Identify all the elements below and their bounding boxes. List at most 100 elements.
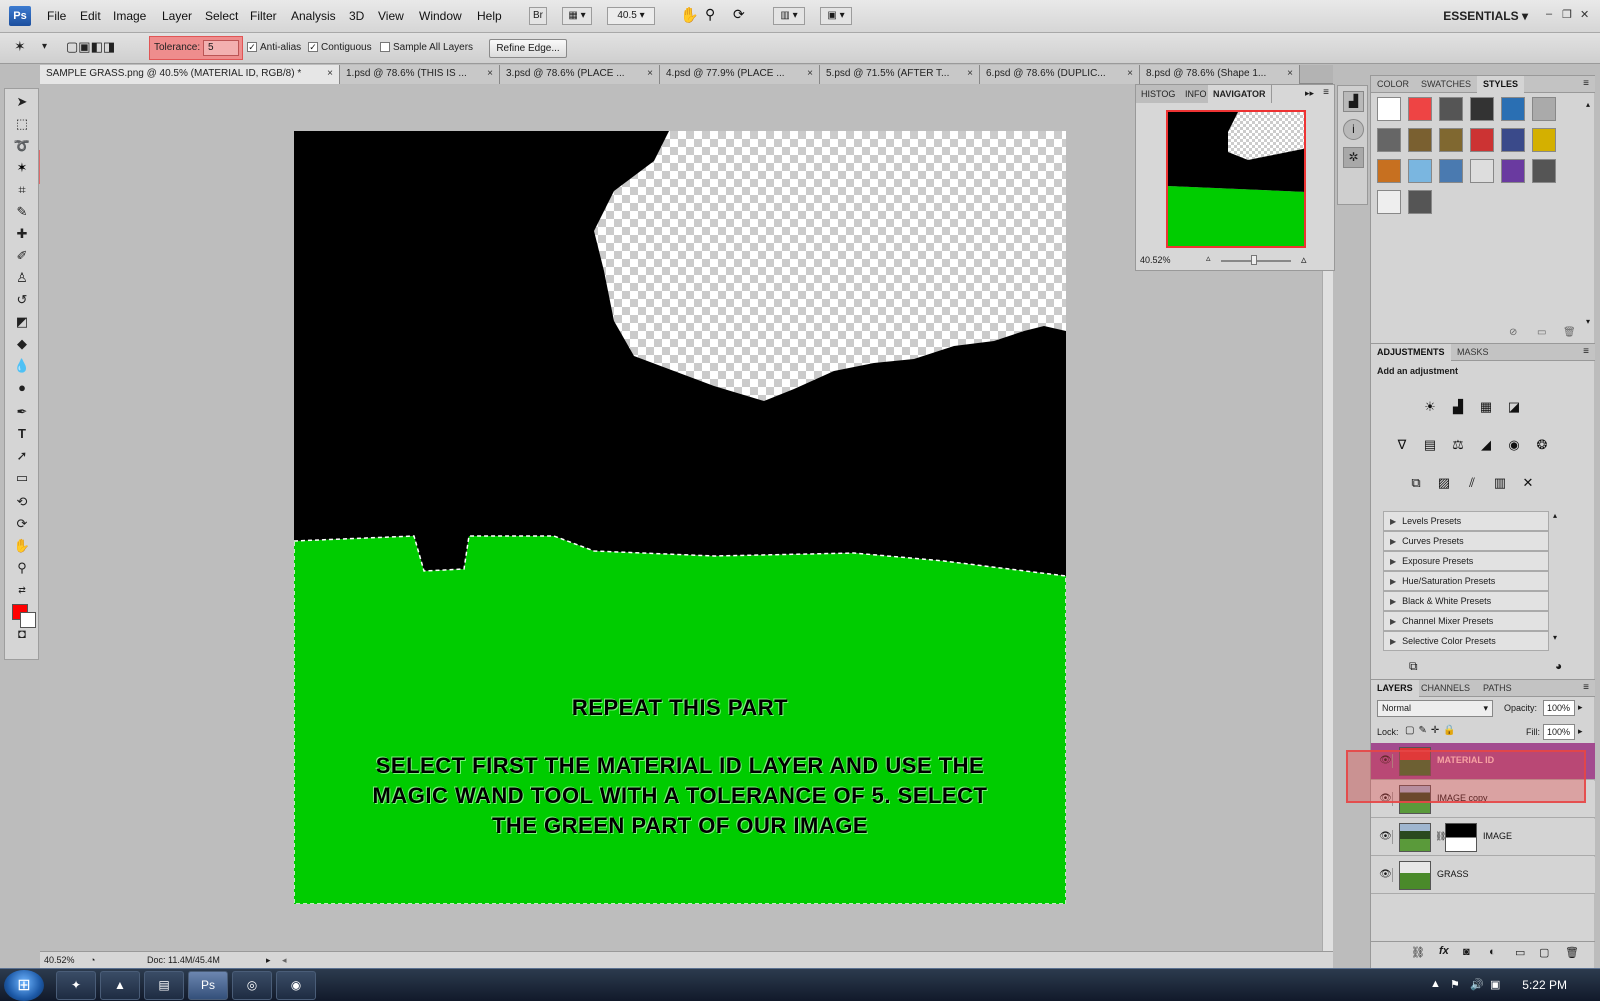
tab-color[interactable]: COLOR — [1371, 76, 1415, 93]
style-swatch[interactable] — [1501, 97, 1525, 121]
zoom-out-icon[interactable]: ▵ — [1206, 253, 1211, 264]
black-white-icon[interactable]: ◢ — [1475, 435, 1497, 455]
view-extras-icon[interactable]: ▦ ▾ — [562, 7, 592, 25]
taskbar-photoshop-icon[interactable]: Ps — [188, 971, 228, 1000]
layer-mask-thumbnail[interactable] — [1445, 823, 1477, 852]
arrange-documents-icon[interactable]: ▥ ▾ — [773, 7, 805, 25]
document-tab[interactable]: 6.psd @ 78.6% (DUPLIC... × — [980, 65, 1140, 84]
color-balance-icon[interactable]: ⚖ — [1447, 435, 1469, 455]
expand-arrow-icon[interactable]: ▶ — [1390, 617, 1396, 626]
fill-arrow-icon[interactable]: ▸ — [1578, 726, 1583, 737]
expand-arrow-icon[interactable]: ▶ — [1390, 637, 1396, 646]
style-swatch[interactable] — [1439, 97, 1463, 121]
menu-file[interactable]: File — [47, 9, 66, 23]
background-color-swatch[interactable] — [20, 612, 36, 628]
paint-bucket-tool-icon[interactable]: ◆ — [12, 335, 32, 353]
swap-colors-icon[interactable]: ⇄ — [12, 581, 32, 599]
selective-color-icon[interactable]: ✕ — [1517, 473, 1539, 493]
zoom-in-icon[interactable]: ▵ — [1301, 253, 1307, 266]
posterize-icon[interactable]: ▨ — [1433, 473, 1455, 493]
menu-help[interactable]: Help — [477, 9, 502, 23]
tab-close-icon[interactable]: × — [327, 65, 333, 83]
lock-options-icons[interactable]: ▢✎✛🔒 — [1405, 725, 1460, 736]
new-style-icon[interactable]: ▭ — [1537, 327, 1546, 338]
preset-item[interactable]: ▶ Hue/Saturation Presets — [1383, 571, 1549, 591]
tab-layers[interactable]: LAYERS — [1371, 680, 1419, 697]
close-icon[interactable]: ✕ — [1580, 8, 1589, 21]
tray-expand-icon[interactable]: ▲ — [1430, 978, 1441, 990]
style-swatch[interactable] — [1532, 159, 1556, 183]
style-swatch[interactable] — [1408, 97, 1432, 121]
taskbar-clock[interactable]: 5:22 PM — [1522, 978, 1567, 992]
threshold-icon[interactable]: ⫽ — [1461, 473, 1483, 493]
menu-filter[interactable]: Filter — [250, 9, 277, 23]
eyedropper-tool-icon[interactable]: ✎ — [12, 203, 32, 221]
tab-close-icon[interactable]: × — [1287, 65, 1293, 83]
preset-item[interactable]: ▶ Channel Mixer Presets — [1383, 611, 1549, 631]
path-selection-tool-icon[interactable]: ➚ — [12, 447, 32, 465]
curves-icon[interactable]: ▦ — [1475, 397, 1497, 417]
tray-network-icon[interactable]: ▣ — [1490, 978, 1500, 991]
refine-edge-button[interactable]: Refine Edge... — [489, 39, 567, 58]
style-swatch[interactable] — [1377, 190, 1401, 214]
tab-channels[interactable]: CHANNELS — [1415, 680, 1476, 697]
new-layer-icon[interactable]: ▢ — [1539, 946, 1549, 959]
tab-adjustments[interactable]: ADJUSTMENTS — [1371, 344, 1451, 361]
tray-flag-icon[interactable]: ⚑ — [1450, 978, 1460, 991]
return-to-list-icon[interactable]: ⧉ — [1409, 659, 1418, 674]
tab-styles[interactable]: STYLES — [1477, 76, 1525, 93]
expand-arrow-icon[interactable]: ▶ — [1390, 537, 1396, 546]
zoom-select[interactable]: 40.5 ▾ — [607, 7, 655, 25]
screen-mode-icon[interactable]: ▣ ▾ — [820, 7, 852, 25]
zoom-tool-icon[interactable]: ⚲ — [12, 559, 32, 577]
3d-rotate-tool-icon[interactable]: ⟲ — [12, 493, 32, 511]
layer-style-icon[interactable]: fx — [1439, 945, 1449, 957]
blend-mode-select[interactable]: Normal ▾ — [1377, 700, 1493, 717]
style-swatch[interactable] — [1501, 128, 1525, 152]
tab-close-icon[interactable]: × — [487, 65, 493, 83]
hand-tool-icon[interactable]: ✋ — [12, 537, 32, 555]
style-swatch[interactable] — [1408, 190, 1432, 214]
expand-arrow-icon[interactable]: ▶ — [1390, 517, 1396, 526]
menu-layer[interactable]: Layer — [162, 9, 192, 23]
visibility-eye-icon[interactable]: 👁 — [1379, 868, 1393, 882]
start-button[interactable]: ⊞ — [4, 970, 44, 1001]
visibility-eye-icon[interactable]: 👁 — [1379, 830, 1393, 844]
move-tool-icon[interactable]: ➤ — [12, 93, 32, 111]
blur-tool-icon[interactable]: 💧 — [12, 357, 32, 375]
delete-layer-icon[interactable]: 🗑 — [1565, 946, 1579, 959]
menu-select[interactable]: Select — [205, 9, 238, 23]
new-adjustment-layer-icon[interactable]: ◐ — [1489, 946, 1496, 958]
styles-scroll-up-icon[interactable]: ▴ — [1586, 100, 1590, 109]
dodge-tool-icon[interactable]: ● — [12, 379, 32, 397]
presets-scroll-down-icon[interactable]: ▾ — [1553, 633, 1557, 642]
rectangle-tool-icon[interactable]: ▭ — [12, 469, 32, 487]
taskbar-app-acrobat-icon[interactable]: ▲ — [100, 971, 140, 1000]
menu-analysis[interactable]: Analysis — [291, 9, 336, 23]
tab-close-icon[interactable]: × — [647, 65, 653, 83]
add-mask-icon[interactable]: ◙ — [1463, 946, 1470, 958]
vibrance-icon[interactable]: ∇ — [1391, 435, 1413, 455]
brush-tool-icon[interactable]: ✐ — [12, 247, 32, 265]
tab-swatches[interactable]: SWATCHES — [1415, 76, 1477, 93]
panel-collapse-icon[interactable]: ▸▸ — [1305, 88, 1314, 99]
menu-3d[interactable]: 3D — [349, 9, 364, 23]
taskbar-app-flash-icon[interactable]: ✦ — [56, 971, 96, 1000]
tolerance-input[interactable]: 5 — [203, 40, 239, 56]
clone-stamp-tool-icon[interactable]: ♙ — [12, 269, 32, 287]
navigator-slider-handle[interactable] — [1251, 255, 1257, 265]
workspace-switcher[interactable]: ESSENTIALS ▾ — [1443, 9, 1528, 23]
delete-style-icon[interactable]: 🗑 — [1563, 327, 1576, 338]
menu-view[interactable]: View — [378, 9, 404, 23]
style-swatch[interactable] — [1439, 159, 1463, 183]
style-swatch[interactable] — [1377, 128, 1401, 152]
eraser-tool-icon[interactable]: ◩ — [12, 313, 32, 331]
tab-close-icon[interactable]: × — [807, 65, 813, 83]
tab-histogram[interactable]: HISTOG — [1136, 85, 1182, 103]
selection-mode-icons[interactable]: ▢▣◧◨ — [66, 39, 115, 55]
navigator-thumbnail[interactable] — [1166, 110, 1306, 248]
healing-brush-tool-icon[interactable]: ✚ — [12, 225, 32, 243]
document-tab[interactable]: SAMPLE GRASS.png @ 40.5% (MATERIAL ID, R… — [40, 65, 340, 84]
lasso-tool-icon[interactable]: ➰ — [12, 137, 32, 155]
document-tab[interactable]: 8.psd @ 78.6% (Shape 1... × — [1140, 65, 1300, 84]
